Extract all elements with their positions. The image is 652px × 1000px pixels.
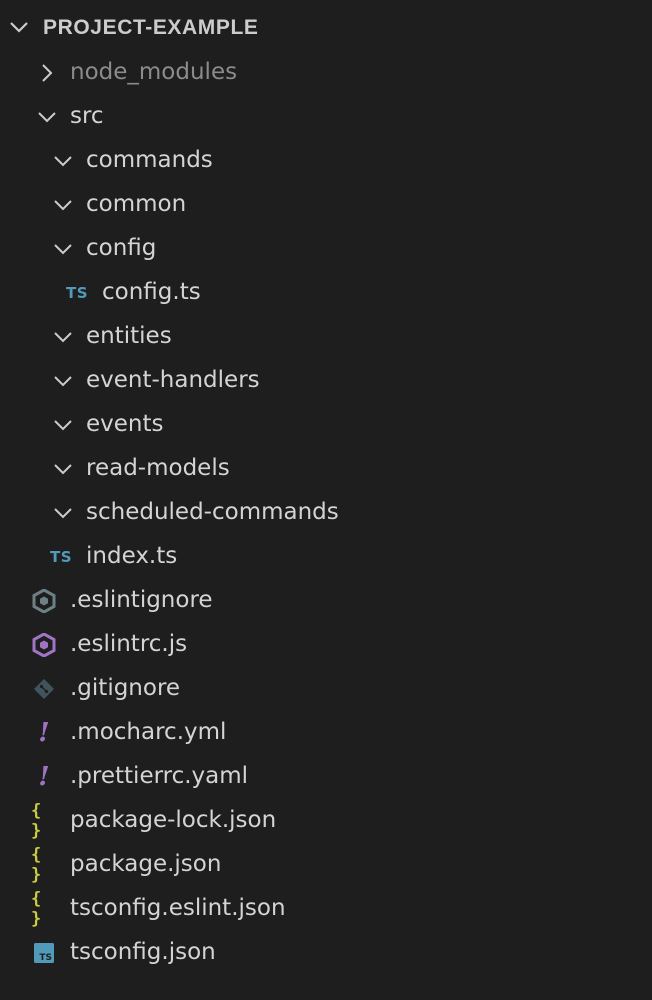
tree-item-label: config.ts <box>102 279 201 305</box>
chevron-down-icon[interactable] <box>52 238 74 260</box>
chevron-down-icon[interactable] <box>52 370 74 392</box>
tree-item-label: index.ts <box>86 543 178 569</box>
typescript-file-icon: TS <box>65 284 89 302</box>
tree-item-prettierrc[interactable]: ! .prettierrc.yaml <box>0 755 652 799</box>
tree-item-label: events <box>86 411 164 437</box>
tree-item-tsconfig[interactable]: TS tsconfig.json <box>0 931 652 975</box>
yaml-file-icon: ! <box>38 718 50 748</box>
typescript-file-icon: TS <box>49 548 73 566</box>
tree-item-node-modules[interactable]: node_modules <box>0 51 652 95</box>
tree-item-mocharc[interactable]: ! .mocharc.yml <box>0 711 652 755</box>
eslint-icon <box>31 633 57 657</box>
tree-item-common[interactable]: common <box>0 183 652 227</box>
tree-item-entities[interactable]: entities <box>0 315 652 359</box>
tree-item-eslintrc[interactable]: .eslintrc.js <box>0 623 652 667</box>
tree-item-label: event-handlers <box>86 367 260 393</box>
yaml-file-icon: ! <box>38 762 50 792</box>
tree-item-commands[interactable]: commands <box>0 139 652 183</box>
tree-item-config-ts[interactable]: TS config.ts <box>0 271 652 315</box>
explorer-root-header[interactable]: PROJECT-EXAMPLE <box>0 6 652 50</box>
json-file-icon: { } <box>31 801 43 841</box>
git-icon <box>31 677 57 701</box>
tree-item-label: read-models <box>86 455 230 481</box>
tree-item-label: commands <box>86 147 213 173</box>
tree-item-package-lock[interactable]: { } package-lock.json <box>0 799 652 843</box>
tree-item-read-models[interactable]: read-models <box>0 447 652 491</box>
tree-item-label: .gitignore <box>70 675 181 701</box>
chevron-down-icon[interactable] <box>52 326 74 348</box>
tsconfig-badge-text: TS <box>39 953 52 963</box>
chevron-down-icon[interactable] <box>52 150 74 172</box>
tree-item-label: common <box>86 191 187 217</box>
tree-item-config[interactable]: config <box>0 227 652 271</box>
tree-item-label: node_modules <box>70 59 238 85</box>
tree-item-label: package-lock.json <box>70 807 277 833</box>
json-file-icon: { } <box>31 889 43 929</box>
tree-item-label: .eslintrc.js <box>70 631 188 657</box>
tree-item-package-json[interactable]: { } package.json <box>0 843 652 887</box>
json-file-icon: { } <box>31 845 43 885</box>
tree-item-gitignore[interactable]: .gitignore <box>0 667 652 711</box>
tree-item-eslintignore[interactable]: .eslintignore <box>0 579 652 623</box>
tree-item-label: tsconfig.eslint.json <box>70 895 286 921</box>
chevron-down-icon[interactable] <box>36 106 58 128</box>
chevron-down-icon[interactable] <box>52 458 74 480</box>
tree-item-src[interactable]: src <box>0 95 652 139</box>
tree-item-label: scheduled-commands <box>86 499 339 525</box>
chevron-down-icon[interactable] <box>52 502 74 524</box>
tree-item-label: config <box>86 235 157 261</box>
tree-item-label: .eslintignore <box>70 587 213 613</box>
tree-item-label: package.json <box>70 851 222 877</box>
tree-item-index-ts[interactable]: TS index.ts <box>0 535 652 579</box>
tree-item-label: entities <box>86 323 172 349</box>
chevron-right-icon[interactable] <box>36 62 58 84</box>
chevron-down-icon[interactable] <box>6 17 32 39</box>
tree-item-tsconfig-eslint[interactable]: { } tsconfig.eslint.json <box>0 887 652 931</box>
tree-item-label: src <box>70 103 104 129</box>
tree-item-label: .mocharc.yml <box>70 719 227 745</box>
file-explorer: PROJECT-EXAMPLE node_modules src command… <box>0 0 652 1000</box>
chevron-down-icon[interactable] <box>52 194 74 216</box>
eslintignore-icon <box>31 589 57 613</box>
tree-item-events[interactable]: events <box>0 403 652 447</box>
tree-item-label: tsconfig.json <box>70 939 216 965</box>
explorer-root-title: PROJECT-EXAMPLE <box>43 16 259 39</box>
tree-item-scheduled-commands[interactable]: scheduled-commands <box>0 491 652 535</box>
file-tree: node_modules src commands common config <box>0 51 652 975</box>
chevron-down-icon[interactable] <box>52 414 74 436</box>
tsconfig-icon: TS <box>31 941 57 965</box>
tree-item-event-handlers[interactable]: event-handlers <box>0 359 652 403</box>
tree-item-label: .prettierrc.yaml <box>70 763 249 789</box>
